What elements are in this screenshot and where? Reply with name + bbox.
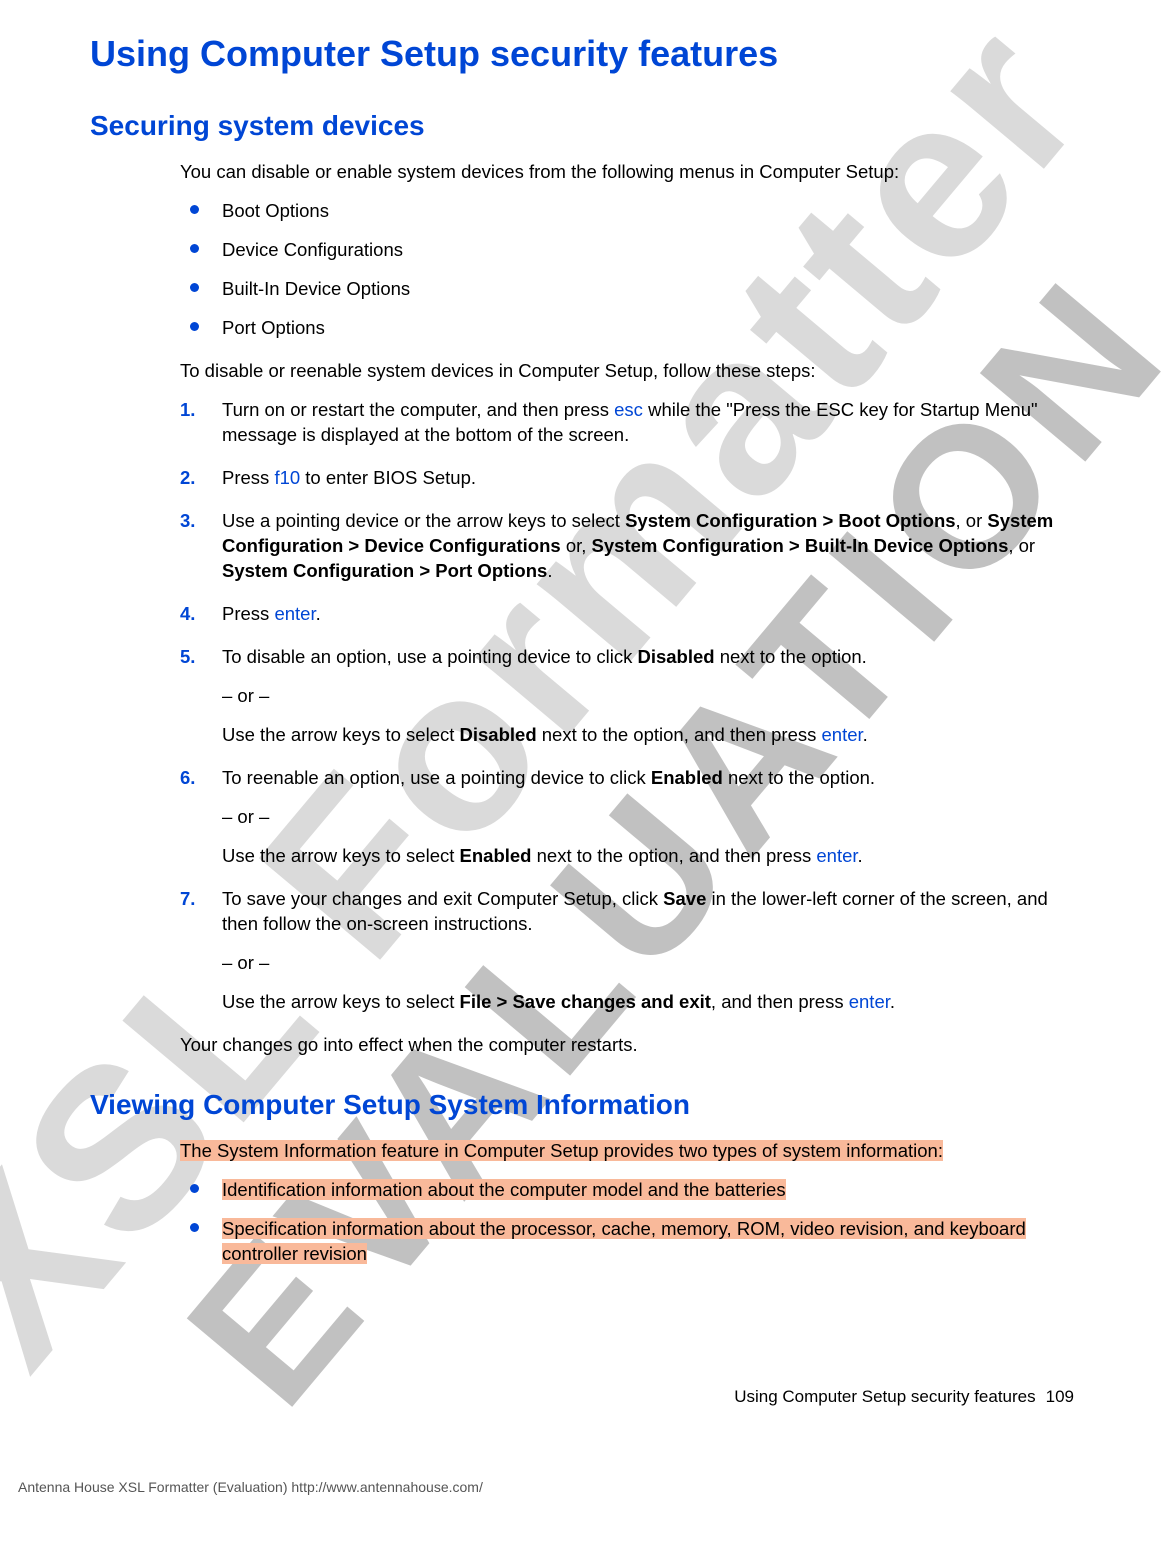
steps-intro: To disable or reenable system devices in…	[180, 359, 1074, 384]
step-text: Turn on or restart the computer, and the…	[222, 399, 614, 420]
step-alt: Use the arrow keys to select Enabled nex…	[222, 844, 1074, 869]
highlighted-text: The System Information feature in Comput…	[180, 1140, 943, 1161]
step-3: Use a pointing device or the arrow keys …	[180, 509, 1074, 584]
highlighted-text: Specification information about the proc…	[222, 1218, 1026, 1264]
bold-text: System Configuration > Built-In Device O…	[592, 535, 1009, 556]
bold-text: Enabled	[460, 845, 532, 866]
kbd-enter: enter	[816, 845, 857, 866]
list-item: Built-In Device Options	[180, 277, 1074, 302]
intro-paragraph: You can disable or enable system devices…	[180, 160, 1074, 185]
step-text: Use the arrow keys to select	[222, 991, 460, 1012]
bold-text: Save	[663, 888, 706, 909]
step-text: next to the option.	[715, 646, 867, 667]
viewing-intro: The System Information feature in Comput…	[180, 1139, 1074, 1164]
or-separator: – or –	[222, 951, 1074, 976]
kbd-enter: enter	[822, 724, 863, 745]
bold-text: System Configuration > Boot Options	[625, 510, 955, 531]
step-2: Press f10 to enter BIOS Setup.	[180, 466, 1074, 491]
step-text: Use a pointing device or the arrow keys …	[222, 510, 625, 531]
menu-bullets: Boot Options Device Configurations Built…	[180, 199, 1074, 341]
page-title: Using Computer Setup security features	[90, 30, 1074, 79]
bold-text: Enabled	[651, 767, 723, 788]
page-content: Using Computer Setup security features S…	[90, 30, 1074, 1267]
footer-right: Using Computer Setup security features 10…	[734, 1386, 1074, 1409]
page-number: 109	[1046, 1387, 1074, 1406]
step-7: To save your changes and exit Computer S…	[180, 887, 1074, 1015]
step-text: To reenable an option, use a pointing de…	[222, 767, 651, 788]
step-alt: Use the arrow keys to select Disabled ne…	[222, 723, 1074, 748]
step-4: Press enter.	[180, 602, 1074, 627]
step-1: Turn on or restart the computer, and the…	[180, 398, 1074, 448]
outro-paragraph: Your changes go into effect when the com…	[180, 1033, 1074, 1058]
bold-text: Disabled	[460, 724, 537, 745]
step-text: Use the arrow keys to select	[222, 724, 460, 745]
step-text: .	[316, 603, 321, 624]
list-item: Specification information about the proc…	[180, 1217, 1074, 1267]
step-text: to enter BIOS Setup.	[300, 467, 476, 488]
kbd-f10: f10	[274, 467, 300, 488]
bold-text: System Configuration > Port Options	[222, 560, 547, 581]
step-alt: Use the arrow keys to select File > Save…	[222, 990, 1074, 1015]
kbd-enter: enter	[274, 603, 315, 624]
highlighted-text: Identification information about the com…	[222, 1179, 786, 1200]
info-bullets: Identification information about the com…	[180, 1178, 1074, 1267]
step-text: , or	[956, 510, 988, 531]
footer-left: Antenna House XSL Formatter (Evaluation)…	[18, 1478, 483, 1497]
footer-title: Using Computer Setup security features	[734, 1387, 1035, 1406]
step-text: next to the option, and then press	[531, 845, 816, 866]
steps-list: Turn on or restart the computer, and the…	[180, 398, 1074, 1014]
step-text: Press	[222, 603, 274, 624]
step-text: To save your changes and exit Computer S…	[222, 888, 663, 909]
or-separator: – or –	[222, 805, 1074, 830]
step-text: .	[547, 560, 552, 581]
step-5: To disable an option, use a pointing dev…	[180, 645, 1074, 748]
kbd-enter: enter	[849, 991, 890, 1012]
step-text: .	[890, 991, 895, 1012]
kbd-esc: esc	[614, 399, 643, 420]
step-text: .	[863, 724, 868, 745]
list-item: Boot Options	[180, 199, 1074, 224]
step-text: Use the arrow keys to select	[222, 845, 460, 866]
step-text: To disable an option, use a pointing dev…	[222, 646, 637, 667]
list-item: Port Options	[180, 316, 1074, 341]
bold-text: File > Save changes and exit	[460, 991, 711, 1012]
list-item: Identification information about the com…	[180, 1178, 1074, 1203]
or-separator: – or –	[222, 684, 1074, 709]
step-text: , and then press	[711, 991, 849, 1012]
section-body-securing: You can disable or enable system devices…	[180, 160, 1074, 1057]
bold-text: Disabled	[637, 646, 714, 667]
step-6: To reenable an option, use a pointing de…	[180, 766, 1074, 869]
list-item: Device Configurations	[180, 238, 1074, 263]
step-text: next to the option.	[723, 767, 875, 788]
section-heading-securing: Securing system devices	[90, 107, 1074, 145]
step-text: .	[858, 845, 863, 866]
step-text: , or	[1008, 535, 1035, 556]
step-text: or,	[561, 535, 592, 556]
step-text: Press	[222, 467, 274, 488]
step-text: next to the option, and then press	[537, 724, 822, 745]
section-heading-viewing: Viewing Computer Setup System Informatio…	[90, 1086, 1074, 1124]
section-body-viewing: The System Information feature in Comput…	[180, 1139, 1074, 1267]
